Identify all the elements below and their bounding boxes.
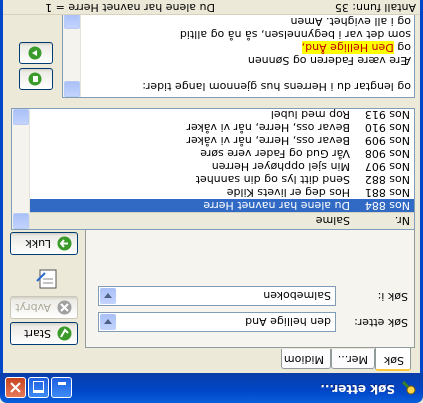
copy-icon	[28, 72, 42, 86]
query-value: den hellige And	[245, 315, 331, 328]
close-lukk-label: Lukk	[25, 237, 51, 250]
text-scrollbar[interactable]	[63, 13, 81, 97]
tab-search[interactable]: Søk	[375, 348, 411, 371]
tab-search-label: Søk	[383, 354, 404, 367]
start-label: Start	[24, 327, 51, 340]
verse-line: Ære være Faderen og Sønnen	[248, 54, 411, 67]
verse-line: og Den Hellige Ånd,	[301, 41, 411, 54]
table-row[interactable]: Nos 884 Du alene har navnet Herre	[27, 199, 414, 212]
abort-button[interactable]: Avbryt	[10, 296, 78, 319]
copy-button[interactable]	[19, 68, 53, 90]
table-row[interactable]: Nos 882 Send ditt lys og din sannhet	[27, 173, 414, 186]
chevron-down-icon[interactable]	[100, 314, 116, 330]
row-title: Min sjel opphøyer Herren	[211, 160, 350, 173]
row-nr: Nos 907	[364, 160, 410, 173]
maximize-button[interactable]	[28, 377, 49, 398]
title-bar[interactable]: Søk etter...	[0, 373, 423, 403]
verse-text: og lengtar du i Herrens hus gjennom lang…	[142, 80, 411, 93]
minimize-button[interactable]	[51, 377, 72, 398]
verse-highlight: Den Hellige Ånd,	[301, 41, 394, 54]
row-title: Bevar oss, Herre, når vi våker	[186, 134, 351, 147]
results-list[interactable]: Nr. Salme Nos 884 Du alene har navnet Her…	[11, 108, 415, 230]
row-nr: Nos 910	[364, 121, 410, 134]
table-row[interactable]: Nos 908 Vår Gud og Fader vere søre	[27, 147, 414, 160]
row-nr: Nos 909	[364, 134, 410, 147]
tab-midiom-label: Midiom	[283, 353, 324, 366]
match-text: Du alene har navnet Herre = 1	[45, 1, 215, 14]
verse-line: og i all evighet. Amen	[291, 15, 411, 28]
scroll-down-icon[interactable]	[64, 13, 80, 29]
row-title: Vår Gud og Fader vere søre	[200, 147, 350, 160]
verse-text: som det var i begynnelsen, så nå og allt…	[179, 28, 411, 41]
scope-select[interactable]: Salmeboken	[98, 286, 336, 306]
minimize-icon	[58, 382, 66, 385]
row-nr: Nos 882	[364, 173, 410, 186]
results-scrollbar[interactable]	[12, 109, 30, 229]
tab-more[interactable]: Mer...	[331, 349, 375, 369]
verse-text: og i all evighet. Amen	[290, 15, 411, 28]
row-title: Rop med lubel	[270, 108, 350, 121]
row-nr: Nos 881	[364, 186, 410, 199]
abort-icon	[57, 300, 72, 315]
row-nr: Nos 908	[364, 147, 410, 160]
results-header: Nr. Salme	[27, 212, 414, 229]
close-icon	[10, 382, 21, 393]
table-row[interactable]: Nos 910 Bevar oss, Herre, når vi våker	[27, 121, 414, 134]
app-search-icon	[401, 380, 416, 395]
start-icon	[57, 326, 72, 341]
close-button[interactable]	[5, 377, 26, 398]
table-row[interactable]: Nos 909 Bevar oss, Herre, når vi våker	[27, 134, 414, 147]
query-field[interactable]: den hellige And	[98, 312, 336, 332]
next-button[interactable]	[19, 42, 53, 64]
search-window: Søk etter... Søk Mer... Midiom Søk etter…	[0, 0, 423, 403]
scope-label: Søk i:	[377, 290, 408, 303]
verse-line: som det var i begynnelsen, så nå og allt…	[180, 28, 411, 41]
maximize-icon	[33, 381, 44, 393]
row-nr: Nos 884	[364, 199, 410, 212]
scroll-down-icon[interactable]	[13, 109, 29, 125]
verse-text-view[interactable]: og lengtar du i Herrens hus gjennom lang…	[62, 12, 415, 98]
match-count: Antall funn: 35	[334, 1, 416, 14]
scope-value: Salmeboken	[263, 289, 331, 302]
close-lukk-icon	[57, 236, 72, 251]
table-row[interactable]: Nos 881 Hos deg er livets Kilde	[27, 186, 414, 199]
row-title: Du alene har navnet Herre	[203, 199, 350, 212]
close-lukk-button[interactable]: Lukk	[10, 232, 78, 255]
table-row[interactable]: Nos 907 Min sjel opphøyer Herren	[27, 160, 414, 173]
chevron-down-icon[interactable]	[100, 288, 116, 304]
status-bar: Antall funn: 35 Du alene har navnet Herr…	[3, 0, 420, 15]
row-nr: Nos 913	[364, 108, 410, 121]
next-icon	[28, 46, 42, 60]
start-button[interactable]: Start	[10, 322, 78, 345]
book-icon	[36, 269, 57, 289]
tab-more-label: Mer...	[337, 353, 368, 366]
table-row[interactable]: Nos 913 Rop med lubel	[27, 108, 414, 121]
scroll-up-icon[interactable]	[13, 213, 29, 229]
row-title: Hos deg er livets Kilde	[226, 186, 350, 199]
verse-text: og	[393, 41, 411, 54]
row-title: Bevar oss, Herre, når vi våker	[186, 121, 351, 134]
row-title: Send ditt lys og din sannhet	[195, 173, 350, 186]
abort-label: Avbryt	[15, 301, 51, 314]
query-label: Søk etter:	[354, 316, 408, 329]
verse-text: Ære være Faderen og Sønnen	[247, 54, 411, 67]
verse-line: og lengtar du i Herrens hus gjennom lang…	[142, 80, 411, 93]
window-title: Søk etter...	[320, 382, 395, 396]
scroll-up-icon[interactable]	[64, 81, 80, 97]
tab-midiom[interactable]: Midiom	[281, 349, 331, 369]
column-nr[interactable]: Nr.	[395, 214, 410, 227]
column-title[interactable]: Salme	[316, 214, 350, 227]
search-panel: Søk etter: den hellige And Søk i: Salmeb…	[85, 218, 415, 348]
